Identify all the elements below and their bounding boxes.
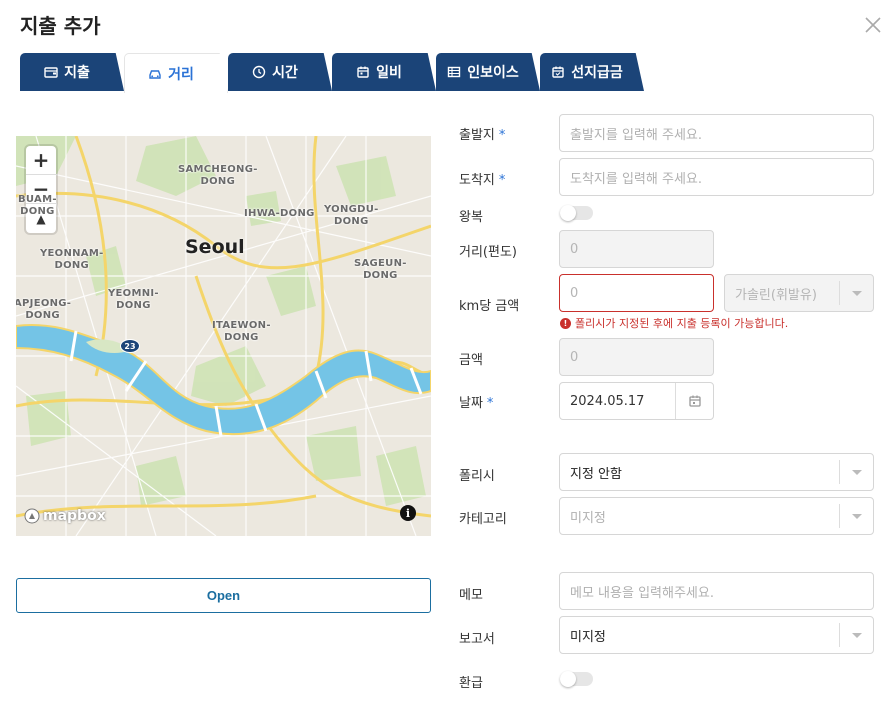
- category-value: 미지정: [570, 510, 606, 526]
- tab-label: 선지급금: [571, 65, 623, 81]
- wallet-icon: [44, 67, 58, 78]
- rate-error-message: ! 폴리시가 지정된 후에 지출 등록이 가능합니다.: [560, 315, 788, 331]
- info-icon[interactable]: i: [400, 505, 416, 521]
- mapbox-logo[interactable]: mapbox: [24, 508, 106, 524]
- calendar-icon[interactable]: [675, 383, 713, 419]
- chevron-down-icon: [839, 504, 873, 528]
- calendar-check-icon: [552, 66, 564, 78]
- map-label-yongdu: YONGDU- DONG: [324, 204, 379, 227]
- report-select[interactable]: 미지정: [559, 616, 874, 654]
- map-city-label: Seoul: [185, 236, 245, 258]
- tab-expense[interactable]: 지출: [20, 53, 124, 91]
- tab-label: 거리: [168, 66, 194, 83]
- open-button[interactable]: Open: [16, 578, 431, 613]
- distance-label: 거리(편도): [459, 245, 517, 260]
- tab-invoice[interactable]: 인보이스: [436, 53, 540, 91]
- report-value: 미지정: [570, 629, 606, 645]
- round-trip-label: 왕복: [459, 210, 483, 225]
- policy-label: 폴리시: [459, 469, 495, 484]
- fuel-type-value: 가솔린(휘발유): [735, 287, 817, 303]
- rate-label: km당 금액: [459, 299, 520, 314]
- chevron-down-icon: [839, 623, 873, 647]
- close-icon[interactable]: [862, 14, 884, 36]
- map-label-sageun: SAGEUN- DONG: [354, 258, 407, 281]
- mapbox-logo-icon: [24, 508, 40, 524]
- memo-label: 메모: [459, 588, 483, 603]
- invoice-icon: [448, 66, 461, 78]
- amount-input[interactable]: 0: [559, 338, 714, 376]
- map-view[interactable]: + − ▲ SAMCHEONG- DONG IHWA-DONG YONGDU- DO…: [16, 136, 431, 536]
- tab-label: 일비: [376, 65, 402, 81]
- car-icon: [149, 69, 161, 79]
- origin-input[interactable]: 출발지를 입력해 주세요.: [559, 114, 874, 152]
- map-label-yeonnam: YEONNAM- DONG: [40, 248, 104, 271]
- origin-label: 출발지 *: [459, 128, 506, 143]
- rate-input[interactable]: 0: [559, 274, 714, 312]
- map-label-apjeong: APJEONG- DONG: [16, 298, 72, 321]
- memo-input[interactable]: 메모 내용을 입력해주세요.: [559, 572, 874, 610]
- refund-label: 환급: [459, 676, 483, 691]
- tab-label: 시간: [272, 65, 298, 81]
- error-icon: !: [560, 317, 571, 329]
- tab-per-diem[interactable]: 일비: [332, 53, 436, 91]
- tab-label: 인보이스: [467, 65, 519, 81]
- category-label: 카테고리: [459, 512, 507, 527]
- policy-select[interactable]: 지정 안함: [559, 453, 874, 491]
- zoom-controls: + − ▲: [26, 146, 56, 233]
- map-label-samcheong: SAMCHEONG- DONG: [178, 164, 258, 187]
- category-select[interactable]: 미지정: [559, 497, 874, 535]
- date-label: 날짜 *: [459, 396, 494, 411]
- map-label-itaewon: ITAEWON- DONG: [212, 320, 271, 343]
- tab-advance-payment[interactable]: 선지급금: [540, 53, 644, 91]
- destination-input[interactable]: 도착지를 입력해 주세요.: [559, 158, 874, 196]
- map-label-ihwa: IHWA-DONG: [244, 208, 315, 219]
- chevron-down-icon: [839, 281, 873, 305]
- dialog-title: 지출 추가: [20, 14, 101, 38]
- map-label-buam: BUAM- DONG: [18, 194, 57, 217]
- date-value: 2024.05.17: [570, 393, 645, 409]
- refund-toggle[interactable]: [560, 671, 593, 687]
- amount-label: 금액: [459, 353, 483, 368]
- tab-distance[interactable]: 거리: [124, 53, 228, 93]
- policy-value: 지정 안함: [570, 466, 622, 482]
- fuel-type-select[interactable]: 가솔린(휘발유): [724, 274, 874, 312]
- map-label-yeomni: YEOMNI- DONG: [108, 288, 159, 311]
- tab-time[interactable]: 시간: [228, 53, 332, 91]
- report-label: 보고서: [459, 632, 495, 647]
- route-shield: 23: [120, 339, 140, 353]
- chevron-down-icon: [839, 460, 873, 484]
- destination-label: 도착지 *: [459, 173, 506, 188]
- clock-icon: [252, 65, 266, 79]
- distance-input[interactable]: 0: [559, 230, 714, 268]
- tab-label: 지출: [64, 65, 90, 81]
- calendar-icon: [357, 66, 369, 78]
- zoom-in-button[interactable]: +: [26, 146, 56, 175]
- mapbox-logo-text: mapbox: [43, 508, 106, 524]
- date-input[interactable]: 2024.05.17: [559, 382, 714, 420]
- round-trip-toggle[interactable]: [560, 205, 593, 221]
